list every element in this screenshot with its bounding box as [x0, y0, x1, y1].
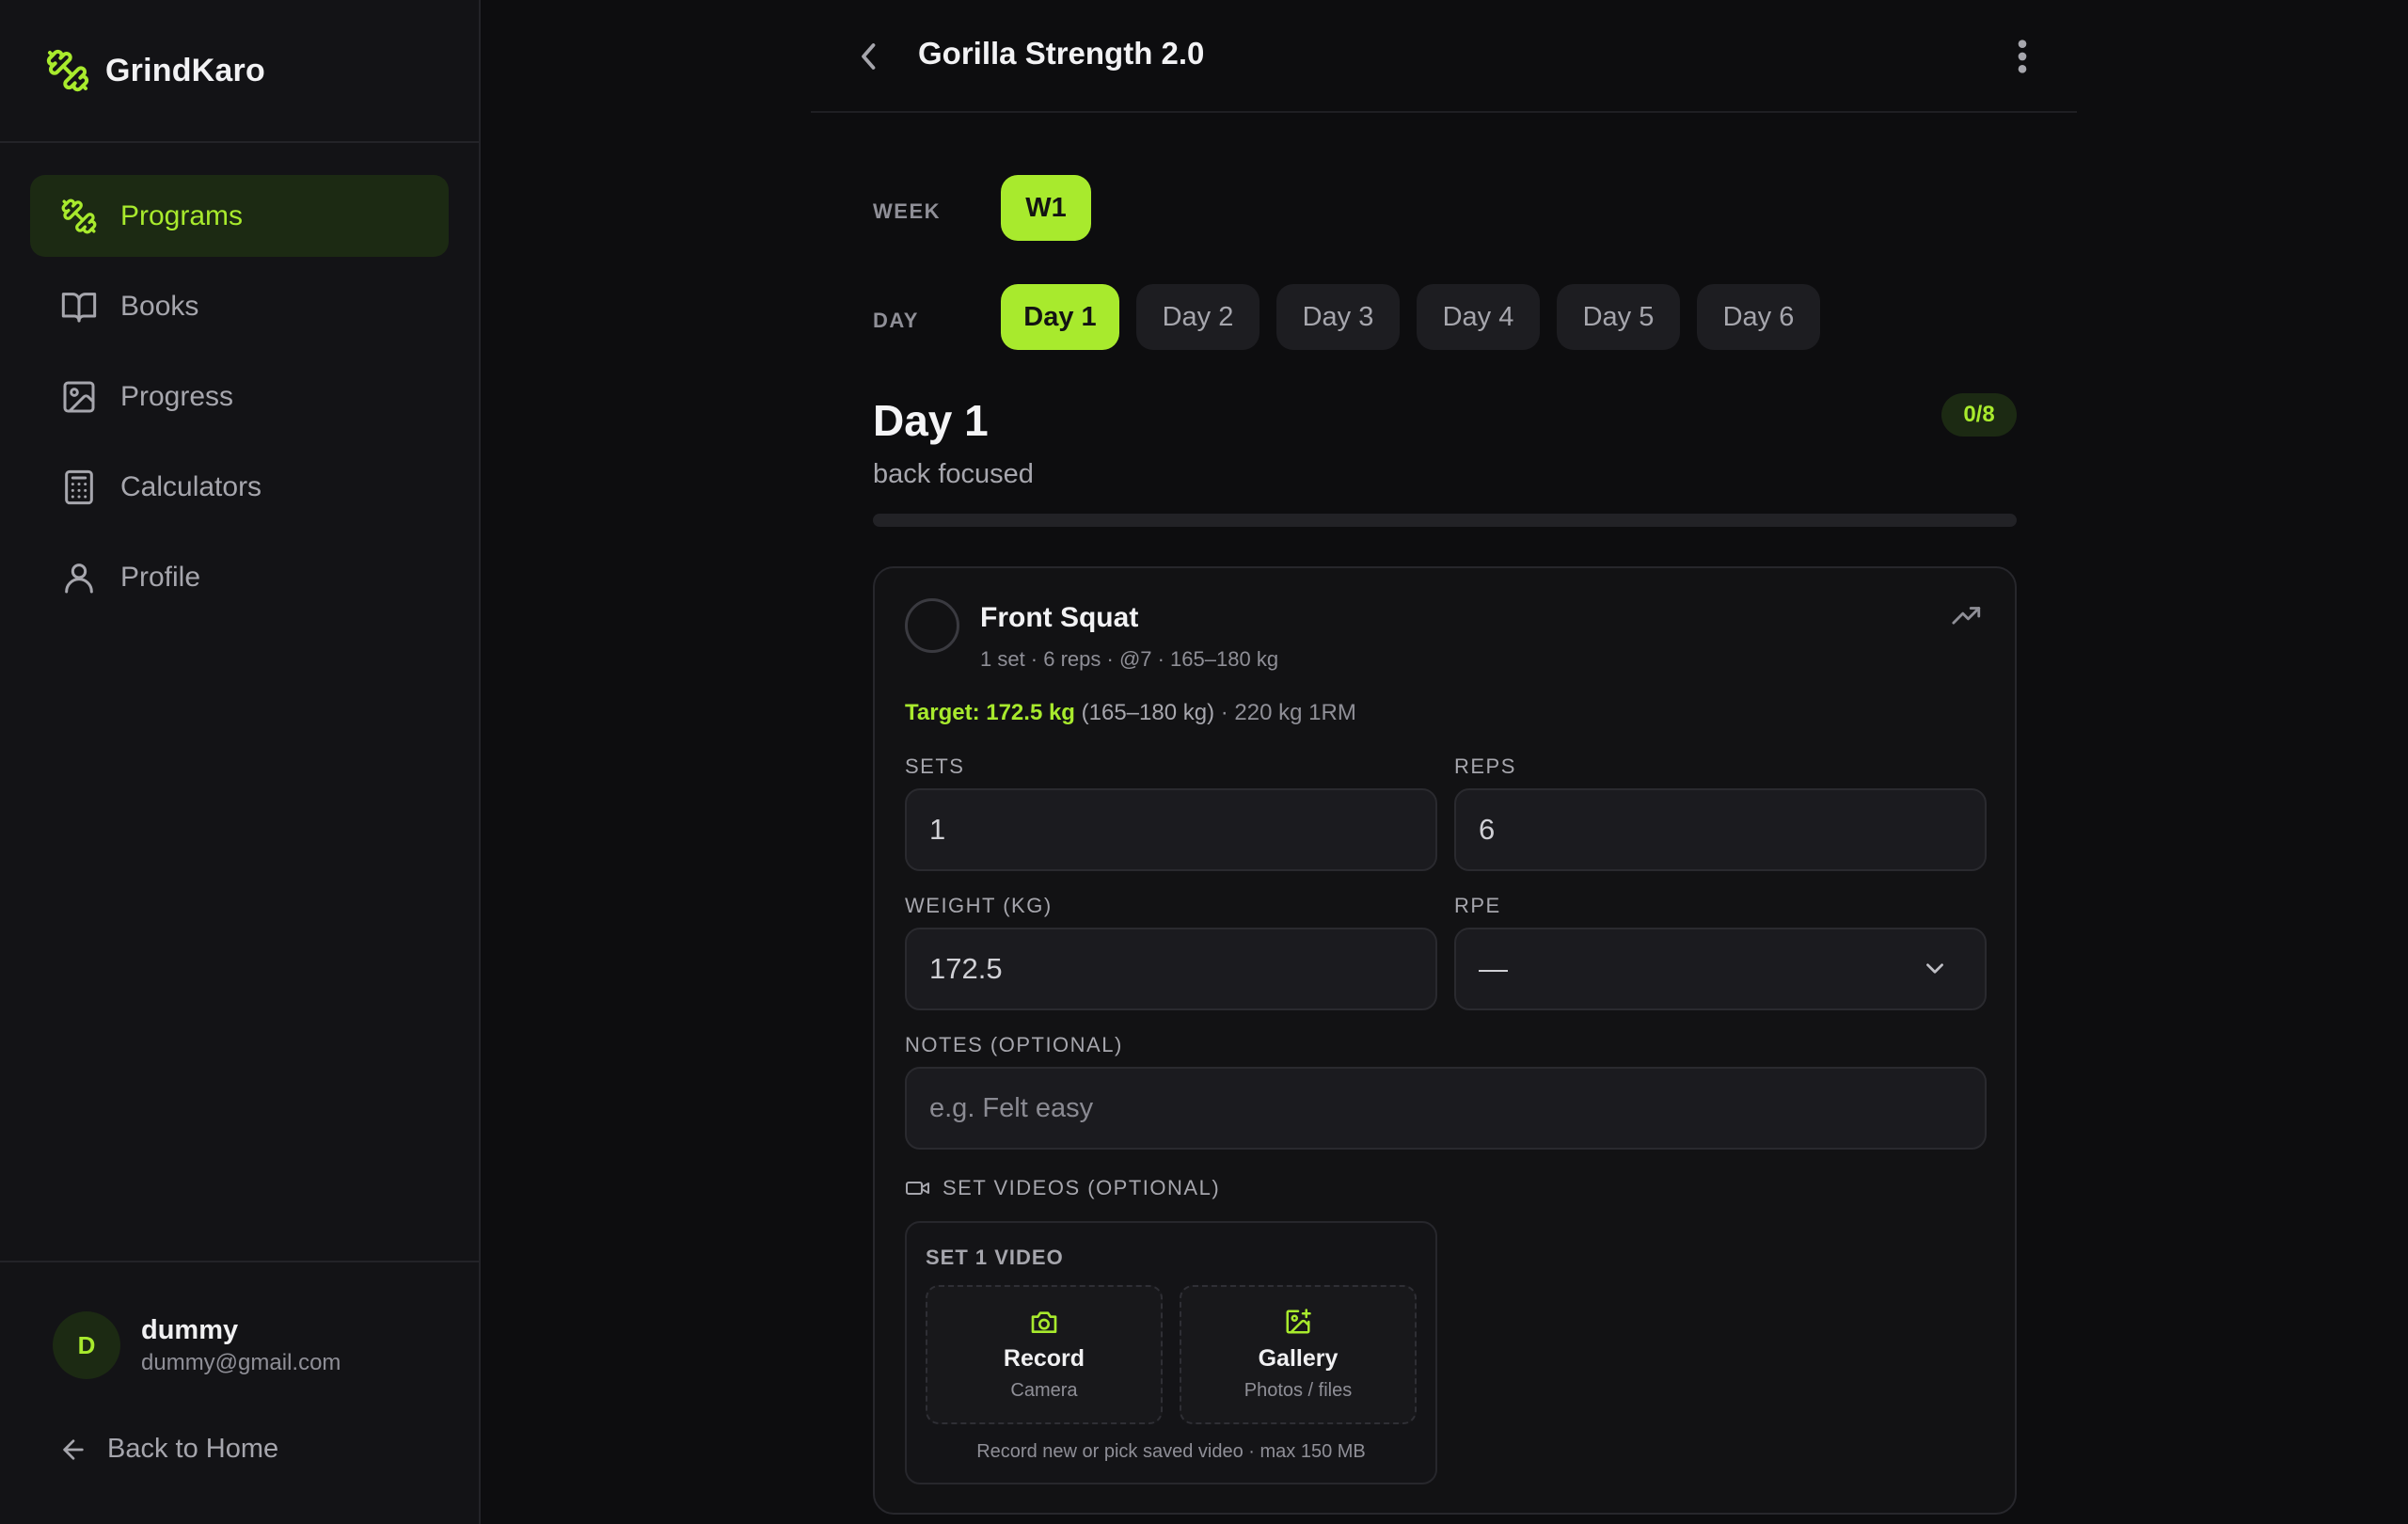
gallery-subtitle: Photos / files	[1244, 1380, 1353, 1401]
day-pill-6[interactable]: Day 6	[1697, 284, 1820, 350]
notes-input[interactable]: e.g. Felt easy	[905, 1067, 1987, 1150]
sidebar-item-programs[interactable]: Programs	[30, 175, 449, 257]
record-video-button[interactable]: Record Camera	[926, 1285, 1163, 1424]
sidebar-item-label: Programs	[120, 199, 244, 231]
day-label: DAY	[873, 309, 919, 332]
avatar: D	[53, 1311, 120, 1379]
session-subtitle: back focused	[873, 459, 1034, 489]
sidebar-item-books[interactable]: Books	[30, 265, 449, 347]
session-progress-bar	[873, 514, 2017, 527]
reps-label: REPS	[1454, 754, 1516, 778]
back-to-home-label: Back to Home	[107, 1434, 279, 1464]
image-plus-icon	[1286, 1309, 1311, 1334]
user-email: dummy@gmail.com	[141, 1349, 341, 1375]
camera-icon	[1031, 1311, 1057, 1333]
arrow-left-icon	[63, 1438, 84, 1460]
sidebar-nav: Programs Books Progress Calculators Prof…	[0, 143, 479, 618]
chevron-down-icon	[1926, 963, 1943, 974]
target-line: Target: 172.5 kg (165–180 kg) · 220 kg 1…	[905, 700, 1356, 726]
rpe-label: RPE	[1454, 894, 1501, 917]
more-options-icon[interactable]	[2013, 38, 2032, 75]
program-header: Gorilla Strength 2.0	[811, 0, 2077, 113]
chevron-left-icon[interactable]	[854, 40, 884, 73]
sidebar-item-label: Profile	[120, 561, 201, 593]
week-pill-w1[interactable]: W1	[1001, 175, 1091, 241]
day-pill-1[interactable]: Day 1	[1001, 284, 1119, 350]
sidebar-item-profile[interactable]: Profile	[30, 536, 449, 618]
user-name: dummy	[141, 1314, 239, 1345]
weight-input[interactable]: 172.5	[905, 928, 1437, 1010]
gallery-title: Gallery	[1258, 1345, 1339, 1372]
sets-label: SETS	[905, 754, 965, 778]
video-camera-icon	[906, 1182, 929, 1195]
page-title: Gorilla Strength 2.0	[918, 36, 1205, 71]
set-1-video-box: SET 1 VIDEO Record Camera Gallery Photos…	[905, 1221, 1437, 1484]
exercise-complete-checkbox[interactable]	[905, 598, 959, 653]
sidebar-item-label: Progress	[120, 380, 234, 412]
calculator-icon	[65, 469, 93, 504]
completion-badge: 0/8	[1941, 393, 2017, 437]
target-weight: Target: 172.5 kg	[905, 700, 1075, 725]
day-pill-3[interactable]: Day 3	[1276, 284, 1400, 350]
week-label: WEEK	[873, 199, 941, 223]
brand-name: GrindKaro	[105, 52, 265, 88]
book-icon	[61, 292, 97, 322]
set-video-title: SET 1 VIDEO	[926, 1246, 1064, 1269]
one-rm: · 220 kg 1RM	[1220, 700, 1356, 725]
record-title: Record	[1003, 1345, 1085, 1372]
notes-label: NOTES (OPTIONAL)	[905, 1033, 1123, 1056]
back-to-home-link[interactable]: Back to Home	[0, 1434, 479, 1465]
image-icon	[63, 381, 95, 412]
reps-input[interactable]: 6	[1454, 788, 1987, 871]
exercise-name: Front Squat	[980, 602, 1139, 633]
exercise-card: Front Squat 1 set · 6 reps · @7 · 165–18…	[873, 566, 2017, 1515]
sidebar-item-progress[interactable]: Progress	[30, 356, 449, 437]
set-videos-label: SET VIDEOS (OPTIONAL)	[943, 1176, 1221, 1199]
sidebar-item-label: Books	[120, 290, 199, 322]
set-videos-heading: SET VIDEOS (OPTIONAL)	[905, 1176, 1220, 1200]
dumbbell-icon	[61, 198, 97, 233]
rpe-select[interactable]: —	[1454, 928, 1987, 1010]
target-range: (165–180 kg)	[1081, 700, 1215, 725]
user-icon	[65, 563, 93, 593]
day-pill-4[interactable]: Day 4	[1417, 284, 1540, 350]
sidebar-item-label: Calculators	[120, 470, 262, 502]
trending-up-icon[interactable]	[1951, 604, 1983, 628]
rpe-value: —	[1479, 952, 1508, 985]
video-note: Record new or pick saved video · max 150…	[976, 1441, 1366, 1462]
weight-label: WEIGHT (KG)	[905, 894, 1053, 917]
exercise-meta: 1 set · 6 reps · @7 · 165–180 kg	[980, 647, 1279, 671]
user-card[interactable]: D dummy dummy@gmail.com	[0, 1262, 479, 1379]
record-subtitle: Camera	[1010, 1380, 1078, 1401]
gallery-video-button[interactable]: Gallery Photos / files	[1180, 1285, 1417, 1424]
sidebar-item-calculators[interactable]: Calculators	[30, 446, 449, 528]
session-title: Day 1	[873, 396, 989, 445]
sidebar: GrindKaro Programs Books Progress Calcul…	[0, 0, 481, 1524]
day-pill-5[interactable]: Day 5	[1557, 284, 1680, 350]
day-pill-2[interactable]: Day 2	[1136, 284, 1259, 350]
sidebar-footer: D dummy dummy@gmail.com Back to Home	[0, 1261, 479, 1524]
brand[interactable]: GrindKaro	[0, 0, 479, 143]
dumbbell-logo-icon	[46, 49, 89, 92]
sets-input[interactable]: 1	[905, 788, 1437, 871]
